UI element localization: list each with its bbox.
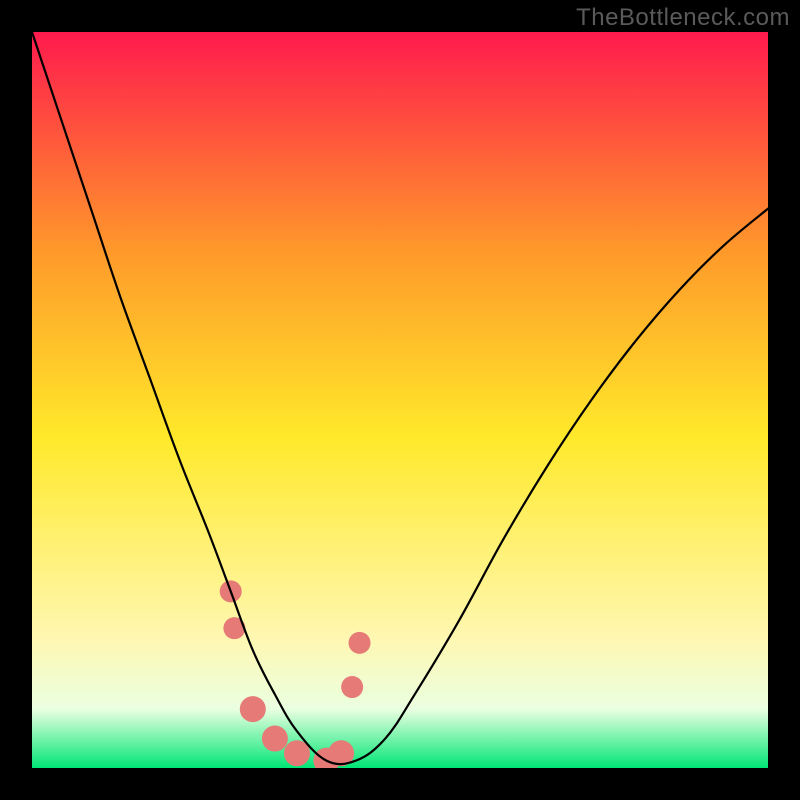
marker-dot <box>262 726 288 752</box>
marker-dot <box>349 632 371 654</box>
marker-dot <box>240 696 266 722</box>
plot-area <box>32 32 768 768</box>
marker-dot <box>341 676 363 698</box>
chart-svg <box>32 32 768 768</box>
watermark-text: TheBottleneck.com <box>576 4 790 32</box>
gradient-background <box>32 32 768 768</box>
chart-frame: TheBottleneck.com <box>0 0 800 800</box>
